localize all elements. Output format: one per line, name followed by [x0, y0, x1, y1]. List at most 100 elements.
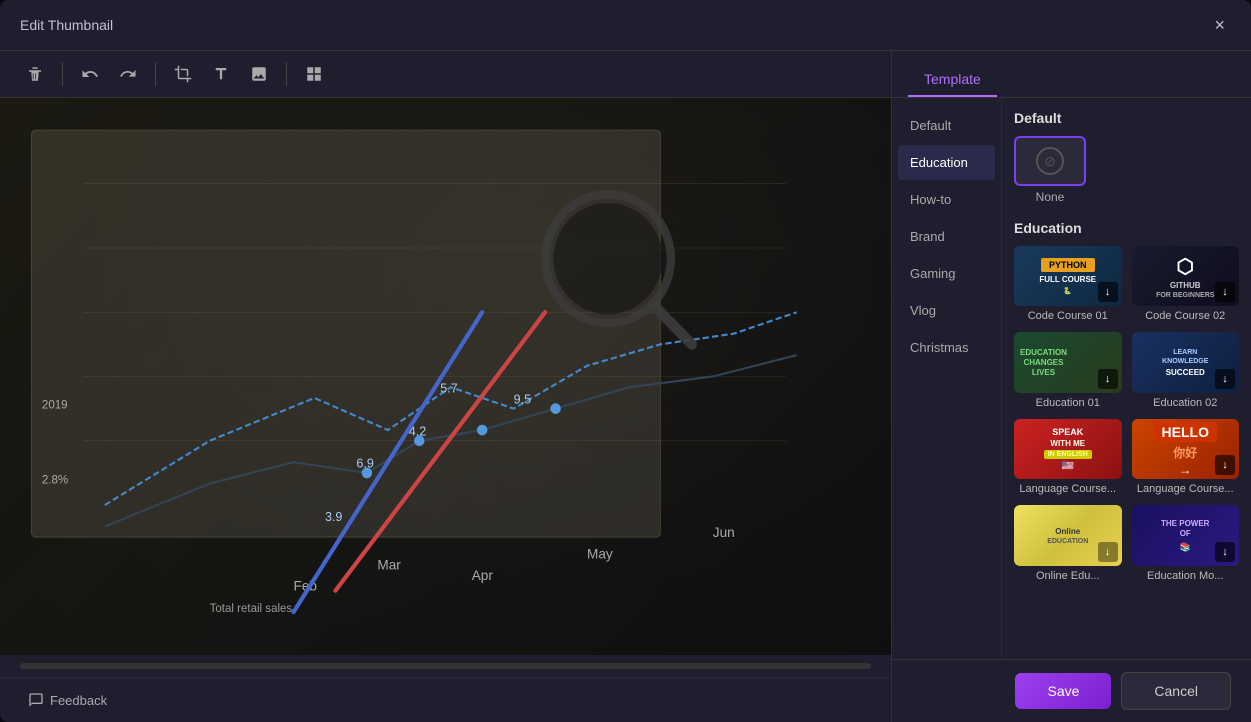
canvas-footer: Feedback — [0, 677, 891, 722]
power-text: THE POWEROF — [1161, 519, 1209, 540]
toolbar — [0, 51, 891, 98]
github-sub: FOR BEGINNERS — [1156, 292, 1214, 299]
modal-overlay: Edit Thumbnail × — [0, 0, 1251, 722]
svg-text:Mar: Mar — [377, 557, 401, 572]
category-education[interactable]: Education — [898, 145, 995, 180]
python-sub: 🐍 — [1063, 287, 1072, 295]
crop-button[interactable] — [168, 61, 198, 87]
undo-button[interactable] — [75, 61, 105, 87]
panel-content: Default Education How-to Brand Gaming Vl… — [892, 98, 1251, 659]
template-label-education-02: Education 02 — [1132, 397, 1240, 409]
templates-grid: PYTHON FULL COURSE 🐍 ↓ Code Course 01 — [1014, 246, 1239, 582]
download-icon-2: ↓ — [1215, 282, 1235, 302]
download-icon-8: ↓ — [1215, 542, 1235, 562]
study-text: 📚 — [1180, 542, 1191, 553]
svg-text:6.9: 6.9 — [356, 455, 373, 470]
close-button[interactable]: × — [1208, 14, 1231, 36]
speak-text: SPEAK — [1052, 427, 1083, 437]
image-icon — [250, 65, 268, 83]
with-me-text: WITH ME — [1050, 439, 1085, 448]
education-section-title: Education — [1014, 220, 1239, 236]
templates-area: Default ⊘ None Education — [1002, 98, 1251, 659]
python-badge: PYTHON — [1041, 258, 1095, 272]
canvas-wrapper: 6.9 4.2 5.7 9.5 3.9 Feb Mar Apr May Jun — [0, 98, 891, 655]
category-brand[interactable]: Brand — [898, 219, 995, 254]
template-label-education-01: Education 01 — [1014, 397, 1122, 409]
template-language-course-01[interactable]: SPEAK WITH ME IN ENGLISH 🇺🇸 Language Cou… — [1014, 419, 1122, 495]
full-course-text: FULL COURSE — [1039, 275, 1096, 284]
template-education-01[interactable]: EDUCATIONCHANGESLIVES ↓ Education 01 — [1014, 332, 1122, 408]
template-label-code-course-02: Code Course 02 — [1132, 310, 1240, 322]
thumb-python-bg: PYTHON FULL COURSE 🐍 ↓ — [1014, 246, 1122, 306]
image-button[interactable] — [244, 61, 274, 87]
category-sidebar: Default Education How-to Brand Gaming Vl… — [892, 98, 1002, 659]
template-thumb-language-02: HELLO 你好 → ↓ — [1132, 419, 1240, 479]
layout-button[interactable] — [299, 61, 329, 87]
svg-text:May: May — [587, 546, 613, 561]
modal-body: 6.9 4.2 5.7 9.5 3.9 Feb Mar Apr May Jun — [0, 51, 1251, 722]
template-label-online-edu: Online Edu... — [1014, 570, 1122, 582]
template-thumb-online-edu: Online EDUCATION ↓ — [1014, 505, 1122, 565]
crop-icon — [174, 65, 192, 83]
feedback-icon — [28, 692, 44, 708]
download-icon-1: ↓ — [1098, 282, 1118, 302]
category-gaming[interactable]: Gaming — [898, 256, 995, 291]
learn-text: LEARNKNowLEdGE — [1162, 348, 1208, 366]
template-label-edu-more: Education Mo... — [1132, 570, 1240, 582]
download-icon-6: ↓ — [1215, 455, 1235, 475]
education-section: Education PYTHON FULL COURSE — [1014, 220, 1239, 582]
template-edu-more[interactable]: THE POWEROF 📚 ↓ Education Mo... — [1132, 505, 1240, 581]
redo-button[interactable] — [113, 61, 143, 87]
svg-text:2019: 2019 — [42, 399, 68, 412]
toolbar-separator-3 — [286, 62, 287, 86]
svg-text:Jun: Jun — [713, 525, 735, 540]
canvas-chart-svg: 6.9 4.2 5.7 9.5 3.9 Feb Mar Apr May Jun — [0, 98, 891, 655]
hello-text: HELLO — [1154, 422, 1217, 442]
canvas-progress-bar — [20, 663, 871, 669]
right-panel: Template Default Education How-to Brand … — [891, 51, 1251, 722]
template-code-course-02[interactable]: ⬡ GITHUB FOR BEGINNERS ↓ Code Course 02 — [1132, 246, 1240, 322]
default-none-thumb[interactable]: ⊘ — [1014, 136, 1086, 186]
svg-text:2.8%: 2.8% — [42, 474, 68, 487]
download-icon-3: ↓ — [1098, 369, 1118, 389]
panel-tabs: Template — [892, 51, 1251, 98]
succeed-text: SUCCEED — [1166, 368, 1205, 377]
template-online-edu[interactable]: Online EDUCATION ↓ Online Edu... — [1014, 505, 1122, 581]
thumb-edu02-bg: LEARNKNowLEdGE SUCCEED ↓ — [1132, 332, 1240, 392]
thumb-edu01-bg: EDUCATIONCHANGESLIVES ↓ — [1014, 332, 1122, 392]
feedback-label: Feedback — [50, 693, 107, 708]
modal-title: Edit Thumbnail — [20, 17, 113, 33]
category-christmas[interactable]: Christmas — [898, 330, 995, 365]
template-code-course-01[interactable]: PYTHON FULL COURSE 🐍 ↓ Code Course 01 — [1014, 246, 1122, 322]
text-icon — [212, 65, 230, 83]
canvas-image: 6.9 4.2 5.7 9.5 3.9 Feb Mar Apr May Jun — [0, 98, 891, 655]
text-button[interactable] — [206, 61, 236, 87]
template-thumb-education-01: EDUCATIONCHANGESLIVES ↓ — [1014, 332, 1122, 392]
default-section: Default ⊘ None — [1014, 110, 1239, 204]
template-thumb-language-01: SPEAK WITH ME IN ENGLISH 🇺🇸 — [1014, 419, 1122, 479]
feedback-button[interactable]: Feedback — [20, 688, 115, 712]
tab-template[interactable]: Template — [908, 63, 997, 97]
cancel-button[interactable]: Cancel — [1121, 672, 1231, 710]
save-button[interactable]: Save — [1015, 673, 1111, 709]
online-text: Online — [1055, 527, 1080, 536]
template-label-language-01: Language Course... — [1014, 483, 1122, 495]
category-default[interactable]: Default — [898, 108, 995, 143]
thumb-lang01-bg: SPEAK WITH ME IN ENGLISH 🇺🇸 — [1014, 419, 1122, 479]
toolbar-separator-2 — [155, 62, 156, 86]
svg-text:5.7: 5.7 — [440, 380, 457, 395]
category-vlog[interactable]: Vlog — [898, 293, 995, 328]
modal: Edit Thumbnail × — [0, 0, 1251, 722]
canvas-area: 6.9 4.2 5.7 9.5 3.9 Feb Mar Apr May Jun — [0, 51, 891, 722]
svg-text:3.9: 3.9 — [325, 509, 342, 524]
svg-text:Apr: Apr — [472, 568, 494, 583]
redo-icon — [119, 65, 137, 83]
template-education-02[interactable]: LEARNKNowLEdGE SUCCEED ↓ Education 02 — [1132, 332, 1240, 408]
english-badge: IN ENGLISH — [1044, 450, 1092, 459]
arrow-text: → — [1179, 463, 1191, 477]
layout-icon — [305, 65, 323, 83]
svg-text:Total retail sales: Total retail sales — [210, 602, 293, 615]
template-language-course-02[interactable]: HELLO 你好 → ↓ Language Course... — [1132, 419, 1240, 495]
category-how-to[interactable]: How-to — [898, 182, 995, 217]
delete-button[interactable] — [20, 61, 50, 87]
